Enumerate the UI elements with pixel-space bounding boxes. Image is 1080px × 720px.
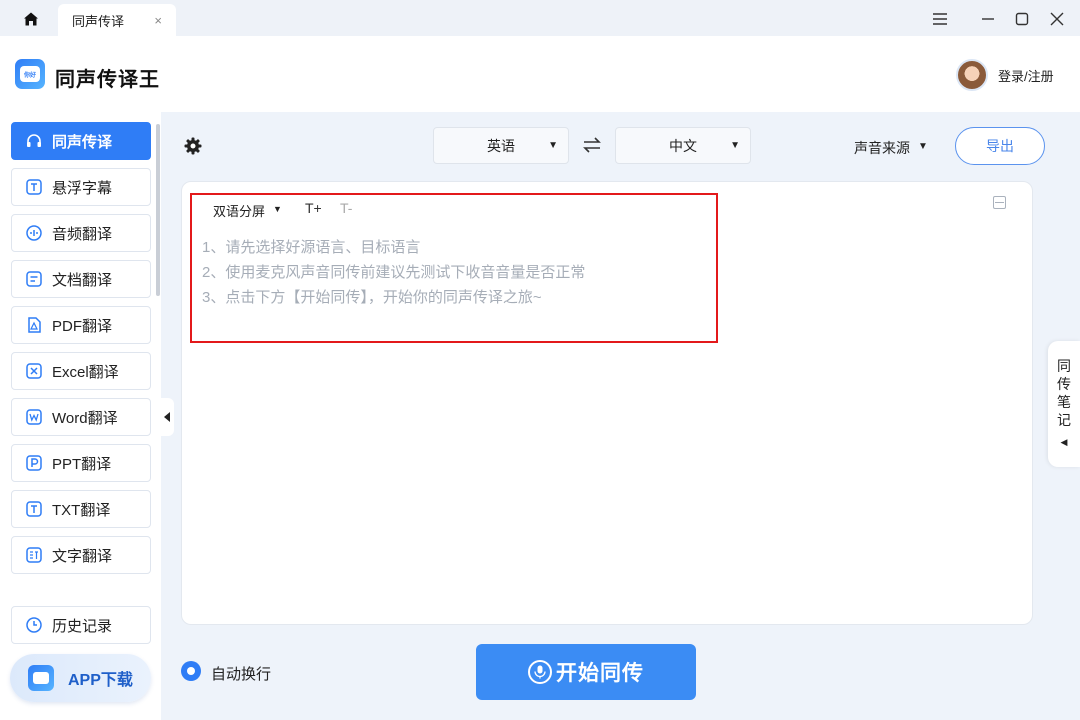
hint-line: 1、请先选择好源语言、目标语言 <box>202 239 421 256</box>
sidebar-item-label: 悬浮字幕 <box>52 179 113 197</box>
sidebar: 同声传译 悬浮字幕 音频翻译 文档翻译 PDF翻译 Excel翻译 Word翻译… <box>0 112 161 720</box>
clock-icon <box>25 616 43 634</box>
sidebar-item-label: PPT翻译 <box>52 455 112 473</box>
font-increase-button[interactable]: T+ <box>305 200 322 216</box>
close-icon[interactable] <box>1046 8 1068 30</box>
hint-line: 3、点击下方【开始同传】，开始你的同声传译之旅~ <box>202 289 542 306</box>
sidebar-item-pdf[interactable]: PDF翻译 <box>11 306 151 344</box>
hint-line: 2、使用麦克风声音同传前建议先测试下收音音量是否正常 <box>202 264 586 281</box>
sidebar-item-text[interactable]: 文字翻译 <box>11 536 151 574</box>
maximize-icon[interactable] <box>1011 8 1033 30</box>
minimize-icon[interactable] <box>977 8 999 30</box>
text-translate-icon <box>25 546 43 564</box>
layout-toggle-icon[interactable] <box>993 196 1006 209</box>
chevron-down-icon: ▼ <box>548 140 558 151</box>
tab-simultaneous-interpretation[interactable]: 同声传译 × <box>58 4 176 36</box>
gear-icon[interactable] <box>183 136 203 156</box>
tab-label: 同声传译 <box>72 13 125 29</box>
subtitle-icon <box>25 178 43 196</box>
txt-icon <box>25 500 43 518</box>
app-title: 同声传译王 <box>55 69 160 91</box>
headphones-icon <box>25 132 43 150</box>
notes-tab-char: 记 <box>1057 412 1071 428</box>
logo-text: 你好 <box>20 66 40 82</box>
document-icon <box>25 270 43 288</box>
excel-icon <box>25 362 43 380</box>
sidebar-item-floating-subtitle[interactable]: 悬浮字幕 <box>11 168 151 206</box>
menu-icon[interactable] <box>929 8 951 30</box>
word-icon <box>25 408 43 426</box>
sidebar-item-label: Excel翻译 <box>52 363 119 381</box>
sidebar-item-ppt[interactable]: PPT翻译 <box>11 444 151 482</box>
app-logo-icon <box>28 665 54 691</box>
chevron-down-icon[interactable]: ▼ <box>273 204 282 214</box>
ppt-icon <box>25 454 43 472</box>
sidebar-item-label: 文字翻译 <box>52 547 113 565</box>
auto-wrap-label: 自动换行 <box>211 666 272 683</box>
sidebar-item-label: 音频翻译 <box>52 225 113 243</box>
sidebar-item-word[interactable]: Word翻译 <box>11 398 151 436</box>
sidebar-item-label: 文档翻译 <box>52 271 113 289</box>
sidebar-item-document[interactable]: 文档翻译 <box>11 260 151 298</box>
start-button-label: 开始同传 <box>556 662 644 685</box>
app-logo: 你好 <box>15 59 45 89</box>
sidebar-item-audio[interactable]: 音频翻译 <box>11 214 151 252</box>
swap-languages-icon[interactable] <box>581 134 603 156</box>
app-download-label: APP下载 <box>68 672 133 689</box>
microphone-icon <box>528 660 552 684</box>
export-button[interactable]: 导出 <box>955 127 1045 165</box>
source-language-select[interactable]: 英语 ▼ <box>433 127 569 164</box>
app-download-button[interactable]: APP下载 <box>10 654 151 702</box>
target-language-select[interactable]: 中文 ▼ <box>615 127 751 164</box>
sound-source-dropdown[interactable]: 声音来源 <box>854 138 910 158</box>
start-interpretation-button[interactable]: 开始同传 <box>476 644 696 700</box>
target-language-value: 中文 <box>669 137 697 154</box>
source-language-value: 英语 <box>487 137 515 154</box>
sidebar-item-label: 历史记录 <box>52 617 113 635</box>
chevron-left-icon: ◀ <box>1060 437 1068 447</box>
title-bar: 同声传译 × <box>0 0 1080 36</box>
login-link[interactable]: 登录/注册 <box>998 66 1054 85</box>
sidebar-collapse-button[interactable] <box>160 398 174 436</box>
home-icon[interactable] <box>18 8 44 30</box>
sidebar-item-label: 同声传译 <box>52 133 113 151</box>
auto-wrap-radio[interactable] <box>181 661 201 681</box>
font-decrease-button[interactable]: T- <box>340 200 352 216</box>
sidebar-item-label: PDF翻译 <box>52 317 113 335</box>
audio-icon <box>25 224 43 242</box>
notes-side-tab[interactable]: 同 传 笔 记 ◀ <box>1048 341 1080 467</box>
chevron-down-icon: ▼ <box>730 140 740 151</box>
sidebar-item-label: Word翻译 <box>52 409 118 427</box>
bilingual-split-dropdown[interactable]: 双语分屏 <box>213 201 265 220</box>
app-header: 你好 同声传译王 登录/注册 <box>0 36 1080 112</box>
sidebar-item-simultaneous[interactable]: 同声传译 <box>11 122 151 160</box>
sidebar-scrollbar[interactable] <box>156 124 160 296</box>
sidebar-item-excel[interactable]: Excel翻译 <box>11 352 151 390</box>
avatar[interactable] <box>956 59 988 91</box>
sidebar-item-history[interactable]: 历史记录 <box>11 606 151 644</box>
sidebar-item-label: TXT翻译 <box>52 501 111 519</box>
notes-tab-char: 同 <box>1057 358 1071 374</box>
notes-tab-char: 笔 <box>1057 394 1071 410</box>
pdf-icon <box>25 316 43 334</box>
notes-tab-char: 传 <box>1057 376 1071 392</box>
tab-close-icon[interactable]: × <box>154 13 162 28</box>
chevron-down-icon[interactable]: ▼ <box>918 141 928 152</box>
sidebar-item-txt[interactable]: TXT翻译 <box>11 490 151 528</box>
